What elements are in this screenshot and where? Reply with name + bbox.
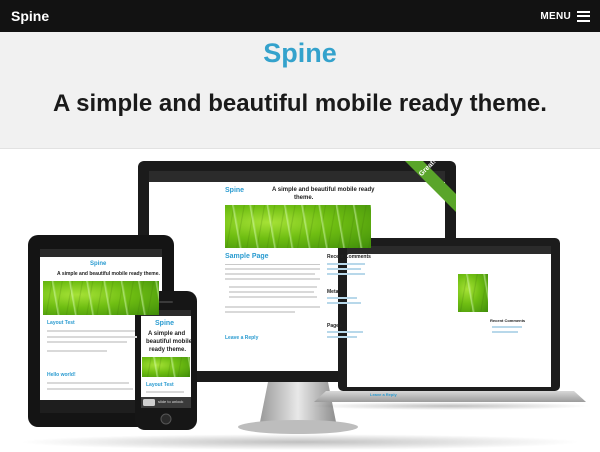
site-tagline: A simple and beautiful mobile ready them… <box>53 90 547 117</box>
monitor-header-image <box>225 205 371 248</box>
laptop-leave-reply: Leave a Reply <box>370 392 397 397</box>
phone-post-title: Layout Test <box>146 382 174 388</box>
tablet-header-image <box>43 281 159 315</box>
phone-header-image <box>142 357 190 377</box>
monitor-sidebar-meta: Meta <box>327 289 339 295</box>
monitor-site-title: Spine <box>225 187 245 194</box>
monitor-tagline-1: A simple and beautiful mobile ready <box>272 187 375 193</box>
floor-shadow <box>20 434 580 450</box>
hamburger-icon <box>577 10 590 22</box>
laptop-widget-title: Recent Comments <box>490 318 526 323</box>
monitor-screen-navbar <box>149 171 445 182</box>
top-bar: Spine MENU <box>0 0 600 32</box>
monitor-sidebar-pages: Pages <box>327 323 342 329</box>
tablet-post2-title: Hello world! <box>47 372 76 378</box>
laptop-screen-navbar <box>347 246 551 254</box>
phone-speaker <box>159 301 173 303</box>
phone-tagline-3: ready theme. <box>149 347 187 353</box>
phone-tagline-2: beautiful mobile <box>146 339 193 345</box>
laptop-header-image <box>458 274 488 312</box>
menu-button[interactable]: MENU <box>540 6 590 26</box>
tablet-tagline: A simple and beautiful mobile ready them… <box>57 271 160 277</box>
phone-site-title: Spine <box>155 320 175 327</box>
tablet-post-title: Layout Test <box>47 320 75 326</box>
laptop-shadow <box>310 402 590 410</box>
monitor-base <box>238 420 358 434</box>
laptop-base <box>314 391 586 402</box>
monitor-tagline-2: theme. <box>294 195 314 201</box>
monitor-page-heading: Sample Page <box>225 253 269 260</box>
monitor-leave-reply: Leave a Reply <box>225 335 259 341</box>
devices-showcase: Spine A simple and beautiful mobile read… <box>0 150 600 452</box>
tablet-screen-navbar <box>40 249 162 257</box>
phone-home-button <box>160 413 172 425</box>
hero-section: Spine A simple and beautiful mobile read… <box>0 32 600 149</box>
monitor-sidebar-recent: Recent Comments <box>327 254 371 260</box>
laptop-screen <box>347 246 551 387</box>
brand-logo[interactable]: Spine <box>11 8 49 24</box>
site-title[interactable]: Spine <box>0 38 600 69</box>
phone-unlock-text: slide to unlock <box>158 399 184 404</box>
tablet-site-title: Spine <box>90 261 107 267</box>
menu-label: MENU <box>540 10 571 22</box>
phone-tagline-1: A simple and <box>148 331 186 337</box>
phone-unlock-slider <box>143 399 155 406</box>
